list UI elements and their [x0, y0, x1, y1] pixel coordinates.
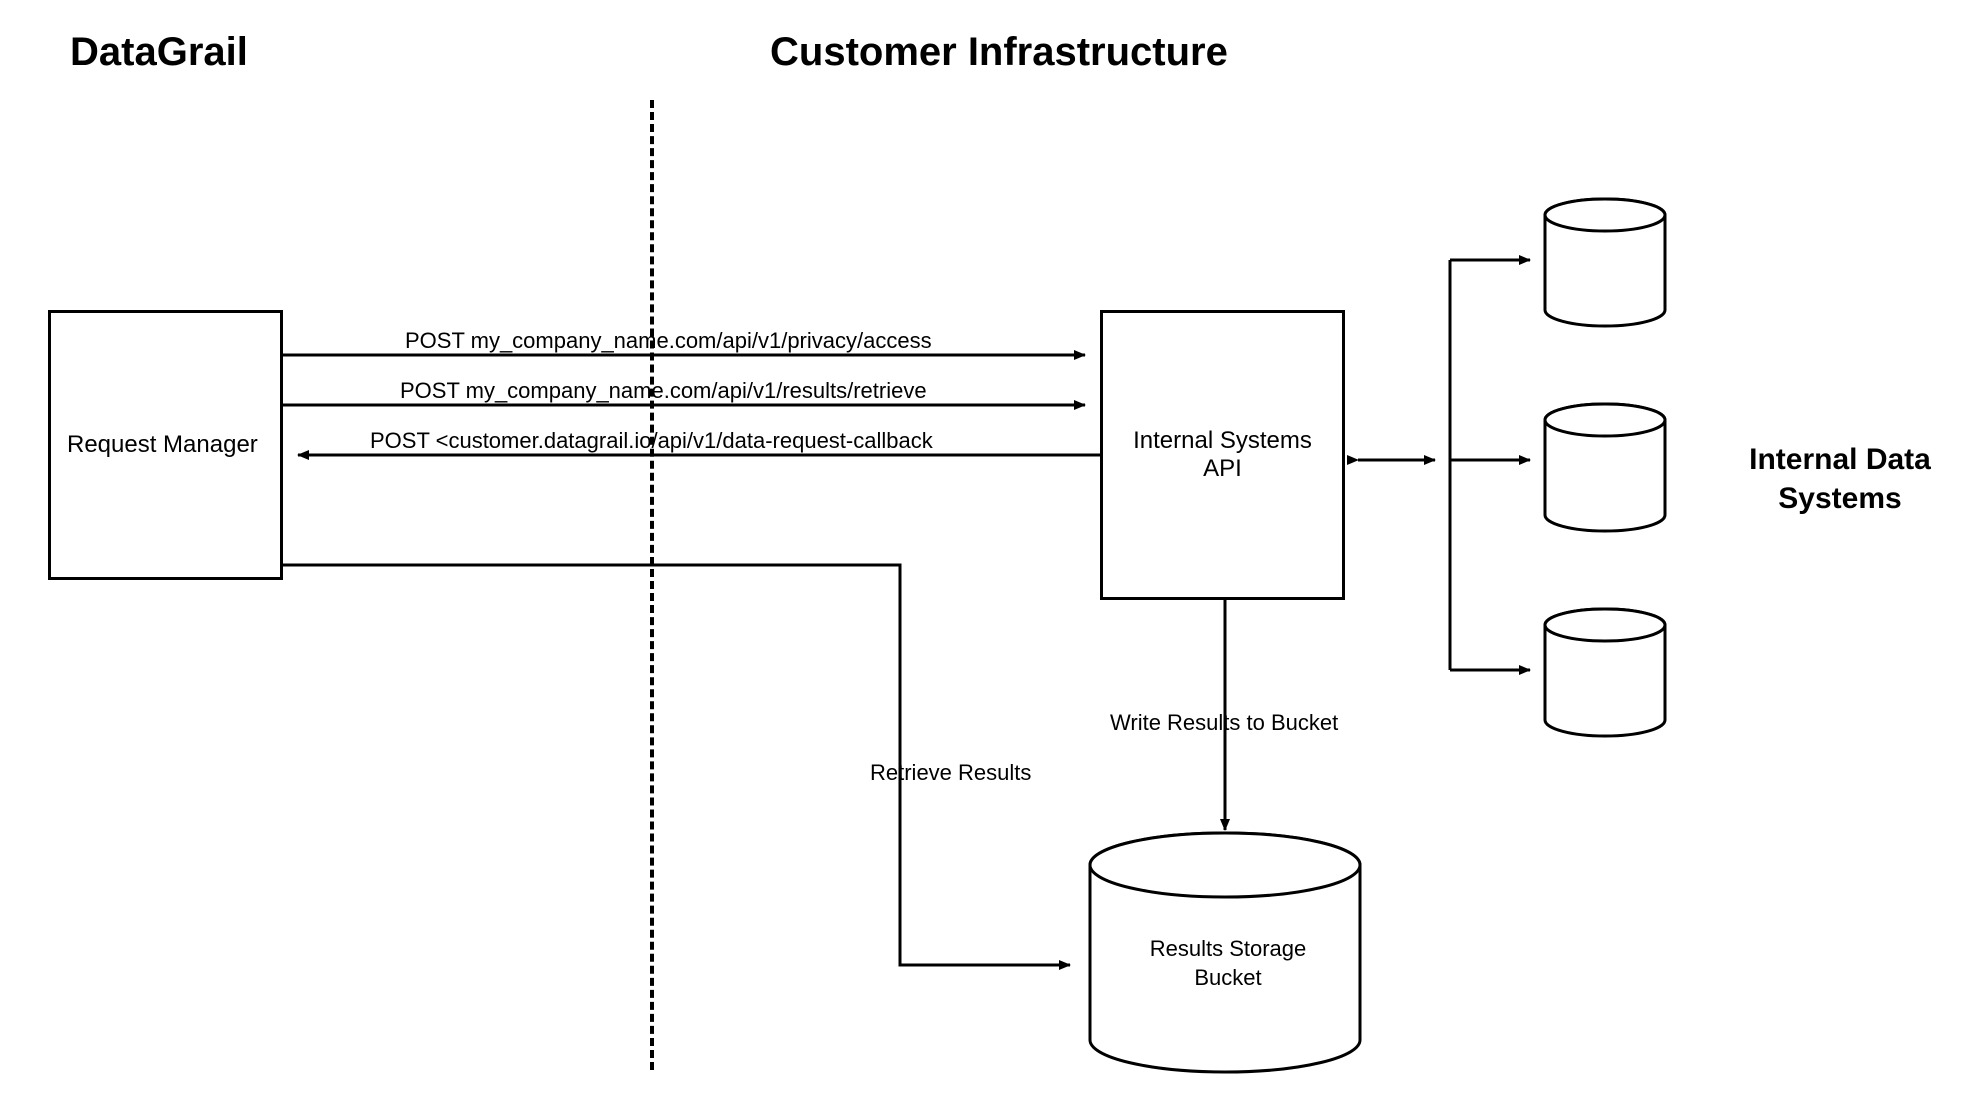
diagram-svg: [0, 0, 1966, 1120]
bucket-line1: Results Storage: [1150, 936, 1307, 961]
cylinder-2: [1545, 404, 1665, 531]
cylinder-1: [1545, 199, 1665, 326]
arrow-retrieve-results: [283, 565, 1070, 965]
cylinder-3: [1545, 609, 1665, 736]
bucket-line2: Bucket: [1194, 965, 1261, 990]
bucket-label: Results Storage Bucket: [1128, 935, 1328, 992]
